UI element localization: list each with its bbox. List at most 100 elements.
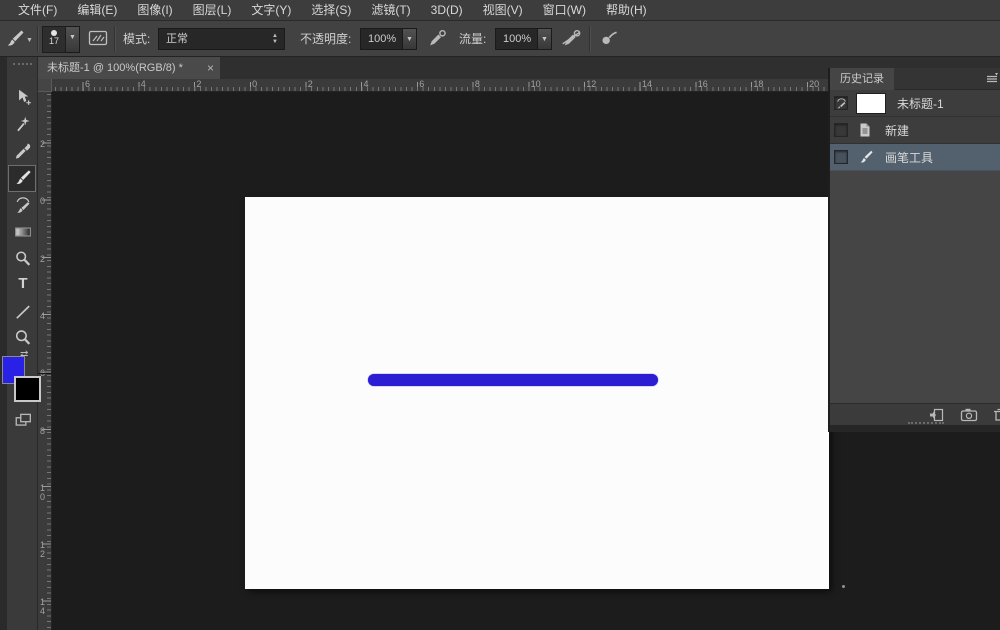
ruler-minor-ticks — [55, 87, 828, 91]
history-item-label: 画笔工具 — [885, 149, 933, 166]
menu-item-4[interactable]: 文字(Y) — [241, 0, 301, 20]
options-bar: ▼ 17 ▼ 模式: 正常 ▲▼ 不透明度: 100% ▼ 流量: 100% ▼ — [0, 21, 1000, 57]
ruler-corner[interactable] — [38, 79, 52, 92]
history-item-label: 新建 — [885, 122, 909, 139]
menu-item-8[interactable]: 视图(V) — [473, 0, 533, 20]
history-snapshot-row[interactable]: 未标题-1 — [830, 90, 1000, 117]
new-document-from-state-icon[interactable] — [929, 407, 947, 423]
history-state-row-selected[interactable]: 画笔工具 — [830, 144, 1000, 171]
mode-select[interactable]: 正常 ▲▼ — [158, 28, 285, 50]
divider — [589, 26, 590, 52]
magic-wand-tool-icon[interactable] — [14, 115, 32, 133]
ruler-label: 20 — [809, 80, 819, 89]
ruler-label: 18 — [753, 80, 763, 89]
dock-edge — [0, 57, 7, 630]
tool-preset-brush-icon[interactable] — [5, 29, 23, 47]
ruler-cursor-marker — [38, 373, 52, 374]
opacity-field[interactable]: 100% — [360, 28, 403, 50]
menu-item-2[interactable]: 图像(I) — [127, 0, 182, 20]
document-tab[interactable]: 未标题-1 @ 100%(RGB/8) * × — [38, 57, 220, 79]
menu-item-6[interactable]: 滤镜(T) — [361, 0, 420, 20]
brush-stroke — [368, 374, 658, 386]
type-tool-icon[interactable]: T — [14, 275, 32, 293]
menu-item-7[interactable]: 3D(D) — [421, 0, 473, 20]
canvas[interactable] — [245, 197, 829, 589]
ruler-minor-ticks — [47, 94, 51, 630]
ruler-label: 10 — [40, 484, 47, 502]
document-tab-title: 未标题-1 @ 100%(RGB/8) * — [47, 57, 201, 79]
ruler-label: 2 — [308, 80, 313, 89]
delete-state-trash-icon[interactable] — [991, 407, 1000, 423]
ruler-label: 12 — [586, 80, 596, 89]
menu-item-0[interactable]: 文件(F) — [8, 0, 67, 20]
eyedropper-tool-icon[interactable] — [14, 142, 32, 160]
ruler-label: 2 — [196, 80, 201, 89]
history-brush-source-well[interactable] — [834, 96, 848, 110]
ruler-label: 16 — [698, 80, 708, 89]
toggle-brush-panel-icon[interactable] — [88, 29, 110, 49]
ruler-label: 0 — [252, 80, 257, 89]
background-color-swatch[interactable] — [14, 376, 41, 402]
tab-close-icon[interactable]: × — [207, 57, 214, 79]
brush-preset-picker[interactable]: 17 — [42, 26, 66, 53]
divider — [37, 26, 38, 52]
history-panel: 历史记录 未标题-1 新建 画笔工具 — [828, 68, 1000, 432]
tool-preset-dropdown-arrow-icon[interactable]: ▼ — [26, 37, 33, 44]
new-document-icon — [858, 122, 874, 138]
brush-tool-icon[interactable] — [14, 169, 32, 187]
flow-dropdown-button[interactable]: ▼ — [538, 28, 552, 50]
panel-bottom-edge — [830, 425, 1000, 432]
panel-resize-grip[interactable] — [908, 422, 944, 424]
pressure-opacity-icon[interactable] — [427, 29, 449, 49]
line-tool-icon[interactable] — [14, 303, 32, 321]
ruler-label: 10 — [531, 80, 541, 89]
new-snapshot-camera-icon[interactable] — [960, 407, 978, 423]
ruler-label: 4 — [364, 80, 369, 89]
flow-value: 100% — [503, 33, 531, 45]
horizontal-ruler[interactable]: 64202468101214161820 — [52, 79, 828, 92]
opacity-dropdown-button[interactable]: ▼ — [403, 28, 417, 50]
toolbox-grip[interactable] — [13, 63, 32, 65]
gradient-tool-icon[interactable] — [14, 223, 32, 241]
zoom-tool-icon[interactable] — [14, 329, 32, 347]
ruler-label: 6 — [419, 80, 424, 89]
flow-field[interactable]: 100% — [495, 28, 538, 50]
move-tool-icon[interactable] — [14, 88, 32, 106]
history-panel-header: 历史记录 — [830, 68, 1000, 90]
panel-menu-icon[interactable] — [985, 72, 999, 86]
snapshot-thumbnail[interactable] — [856, 93, 886, 114]
ruler-label: 8 — [40, 427, 47, 436]
ruler-label: 2 — [40, 140, 47, 149]
screen-mode-icon[interactable] — [14, 411, 32, 429]
ruler-label: 14 — [40, 598, 47, 616]
mode-value: 正常 — [166, 33, 188, 45]
menu-item-5[interactable]: 选择(S) — [301, 0, 361, 20]
airbrush-icon[interactable] — [599, 29, 621, 49]
history-panel-empty-area — [830, 171, 1000, 403]
ruler-label: 8 — [475, 80, 480, 89]
ruler-label: 12 — [40, 541, 47, 559]
menu-item-10[interactable]: 帮助(H) — [596, 0, 657, 20]
menu-item-3[interactable]: 图层(L) — [183, 0, 242, 20]
brush-tool-state-icon — [858, 149, 874, 165]
history-source-checkbox[interactable] — [834, 150, 848, 164]
history-panel-tab[interactable]: 历史记录 — [830, 68, 894, 90]
dodge-tool-icon[interactable] — [14, 250, 32, 268]
menu-item-9[interactable]: 窗口(W) — [533, 0, 596, 20]
history-state-row[interactable]: 新建 — [830, 117, 1000, 144]
ruler-label: 0 — [40, 197, 47, 206]
menu-item-1[interactable]: 编辑(E) — [67, 0, 127, 20]
vertical-ruler[interactable]: 202468101214 — [38, 92, 52, 630]
mode-label: 模式: — [123, 28, 150, 50]
ruler-label: 2 — [40, 255, 47, 264]
divider — [114, 26, 115, 52]
history-source-checkbox[interactable] — [834, 123, 848, 137]
ruler-label: 4 — [40, 312, 47, 321]
brush-preset-dropdown-button[interactable]: ▼ — [66, 26, 80, 53]
pressure-size-icon[interactable] — [560, 29, 582, 49]
ruler-label: 4 — [141, 80, 146, 89]
menu-bar: 文件(F)编辑(E)图像(I)图层(L)文字(Y)选择(S)滤镜(T)3D(D)… — [0, 0, 1000, 21]
history-brush-tool-icon[interactable] — [14, 196, 32, 214]
ruler-label: 6 — [85, 80, 90, 89]
flow-label: 流量: — [459, 28, 486, 50]
